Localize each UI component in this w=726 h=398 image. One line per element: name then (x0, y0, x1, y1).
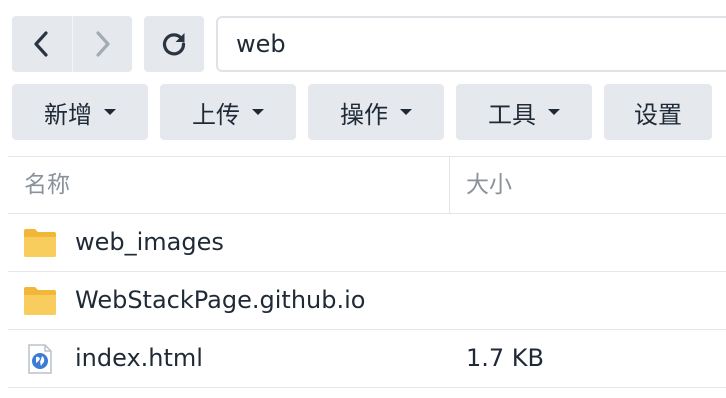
list-item[interactable]: web_images (8, 214, 726, 272)
caret-down-icon (104, 109, 116, 115)
file-list: 名称 大小 web_images WebStackPage.github.io (8, 156, 726, 388)
html-file-icon (28, 344, 52, 374)
column-header-name[interactable]: 名称 (24, 157, 70, 214)
action-button-label: 操作 (340, 100, 388, 129)
settings-button-label: 设置 (634, 100, 682, 129)
list-item[interactable]: index.html 1.7 KB (8, 330, 726, 388)
chevron-right-icon (96, 31, 110, 57)
caret-down-icon (400, 109, 412, 115)
refresh-button[interactable] (144, 16, 204, 72)
file-station-window: 新增 上传 操作 工具 设置 名称 大小 (0, 0, 726, 398)
list-item[interactable]: WebStackPage.github.io (8, 272, 726, 330)
action-button[interactable]: 操作 (308, 84, 444, 140)
history-nav-group (12, 16, 132, 72)
new-button-label: 新增 (44, 100, 92, 129)
new-button[interactable]: 新增 (12, 84, 148, 140)
upload-button-label: 上传 (192, 100, 240, 129)
refresh-icon (162, 33, 186, 56)
file-size: 1.7 KB (466, 344, 544, 372)
file-name: web_images (75, 228, 224, 256)
folder-icon (24, 229, 56, 257)
folder-icon (24, 287, 56, 315)
file-name: WebStackPage.github.io (75, 286, 366, 314)
upload-button[interactable]: 上传 (160, 84, 296, 140)
column-resize-handle[interactable] (449, 157, 450, 214)
caret-down-icon (548, 109, 560, 115)
settings-button[interactable]: 设置 (604, 84, 712, 140)
caret-down-icon (252, 109, 264, 115)
file-name: index.html (75, 344, 203, 372)
list-header: 名称 大小 (8, 156, 726, 214)
back-button[interactable] (12, 16, 72, 72)
forward-button[interactable] (72, 16, 132, 72)
column-header-size[interactable]: 大小 (466, 157, 512, 214)
tools-button-label: 工具 (488, 100, 536, 129)
tools-button[interactable]: 工具 (456, 84, 592, 140)
path-input[interactable] (216, 16, 726, 72)
chevron-left-icon (34, 31, 48, 57)
